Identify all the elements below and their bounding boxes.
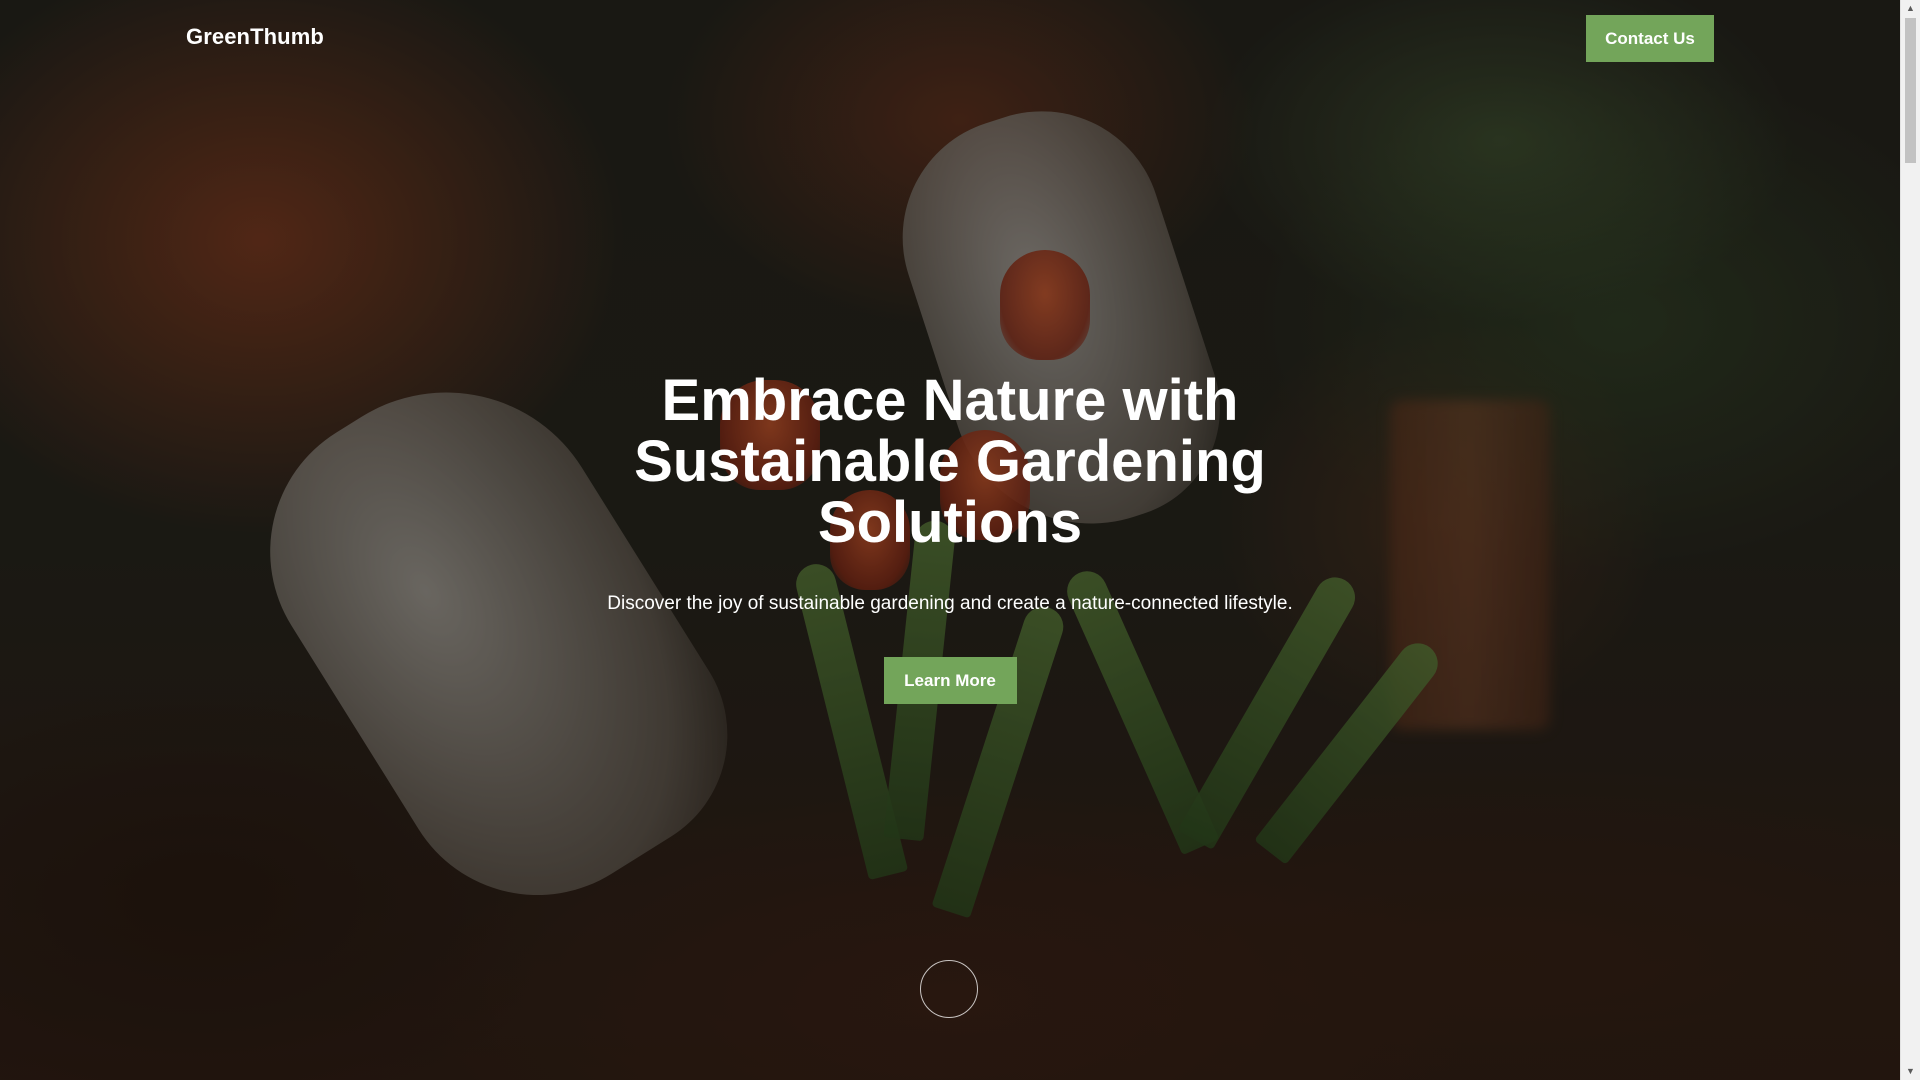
scroll-down-indicator-icon[interactable]	[920, 960, 978, 1018]
scrollbar-thumb[interactable]	[1905, 18, 1916, 163]
page-viewport: GreenThumb Contact Us Embrace Nature wit…	[0, 0, 1900, 1080]
scroll-up-arrow-icon[interactable]: ▲	[1901, 0, 1920, 17]
learn-more-button[interactable]: Learn More	[883, 657, 1017, 704]
hero-content: Embrace Nature with Sustainable Gardenin…	[0, 370, 1900, 704]
brand-logo[interactable]: GreenThumb	[186, 24, 324, 50]
contact-us-button[interactable]: Contact Us	[1586, 15, 1714, 62]
hero-subtitle: Discover the joy of sustainable gardenin…	[607, 593, 1293, 614]
hero-title: Embrace Nature with Sustainable Gardenin…	[634, 368, 1266, 555]
page-scrollbar[interactable]: ▲ ▼	[1900, 0, 1920, 1080]
scroll-down-arrow-icon[interactable]: ▼	[1901, 1063, 1920, 1080]
